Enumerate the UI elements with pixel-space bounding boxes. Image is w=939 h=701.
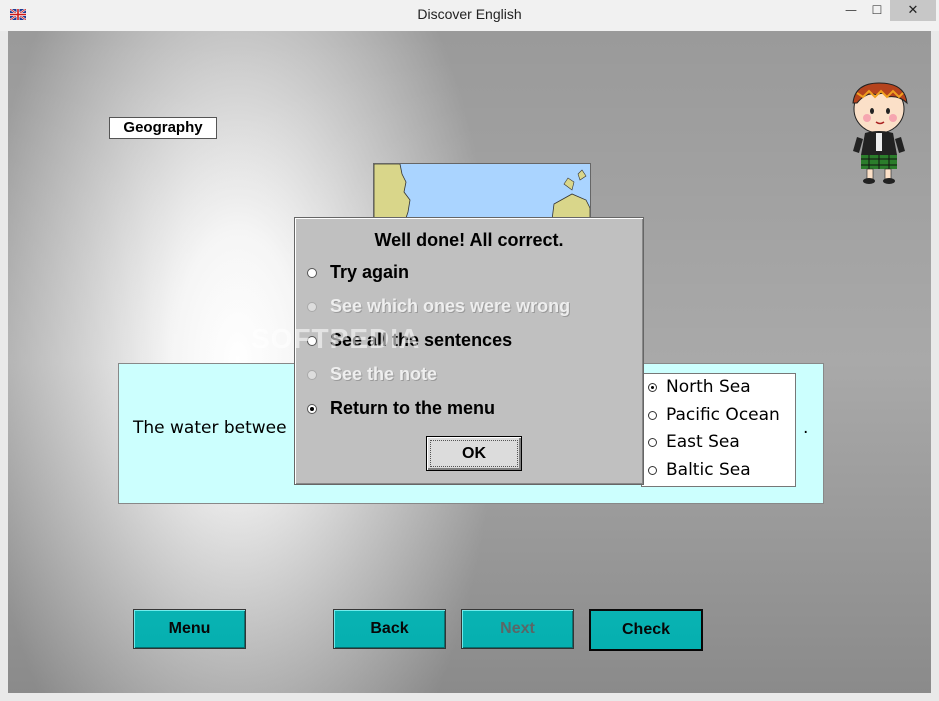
answer-option-east-sea[interactable]: East Sea — [648, 429, 740, 455]
option-return-to-menu[interactable]: Return to the menu — [307, 398, 495, 419]
option-label: Try again — [330, 262, 410, 282]
option-label: See all the sentences — [330, 330, 513, 350]
answer-options: North Sea Pacific Ocean East Sea Baltic … — [641, 373, 796, 487]
menu-button[interactable]: Menu — [133, 609, 246, 649]
option-see-note: See the note — [307, 364, 437, 385]
question-text: The water betwee — [133, 418, 287, 438]
category-label: Geography — [109, 117, 217, 139]
option-see-all-sentences[interactable]: See all the sentences — [307, 330, 512, 351]
window-title: Discover English — [417, 6, 522, 22]
close-button[interactable]: ✕ — [890, 0, 936, 21]
app-area: Geography The water betwee . North Sea P… — [8, 31, 931, 693]
radio-icon[interactable] — [648, 410, 657, 420]
result-dialog: Well done! All correct. Try again See wh… — [294, 217, 644, 485]
answer-option-label: Pacific Ocean — [666, 405, 780, 425]
option-label: Return to the menu — [330, 398, 495, 418]
ok-button[interactable]: OK — [426, 436, 522, 471]
back-button[interactable]: Back — [333, 609, 446, 649]
option-see-wrong: See which ones were wrong — [307, 296, 570, 317]
next-button: Next — [461, 609, 574, 649]
question-text-end: . — [803, 418, 809, 438]
check-button[interactable]: Check — [589, 609, 703, 651]
answer-option-label: North Sea — [666, 377, 751, 397]
answer-option-pacific-ocean[interactable]: Pacific Ocean — [648, 402, 780, 428]
radio-selected-icon[interactable] — [648, 382, 657, 392]
radio-selected-icon[interactable] — [307, 403, 317, 414]
radio-icon — [307, 369, 317, 380]
radio-icon — [307, 301, 317, 312]
title-bar: Discover English — ☐ ✕ — [0, 0, 939, 31]
scottish-boy-mascot-icon — [852, 82, 908, 184]
option-label: See the note — [330, 364, 438, 384]
option-label: See which ones were wrong — [330, 296, 571, 316]
radio-icon[interactable] — [648, 437, 657, 447]
answer-option-label: Baltic Sea — [666, 460, 751, 480]
radio-icon[interactable] — [307, 267, 317, 278]
radio-icon[interactable] — [648, 465, 657, 475]
maximize-button[interactable]: ☐ — [864, 0, 890, 21]
answer-option-baltic-sea[interactable]: Baltic Sea — [648, 457, 751, 483]
answer-option-north-sea[interactable]: North Sea — [648, 374, 751, 400]
dialog-title: Well done! All correct. — [374, 230, 564, 250]
option-try-again[interactable]: Try again — [307, 262, 409, 283]
answer-option-label: East Sea — [666, 432, 740, 452]
radio-icon[interactable] — [307, 335, 317, 346]
minimize-button[interactable]: — — [838, 0, 864, 21]
